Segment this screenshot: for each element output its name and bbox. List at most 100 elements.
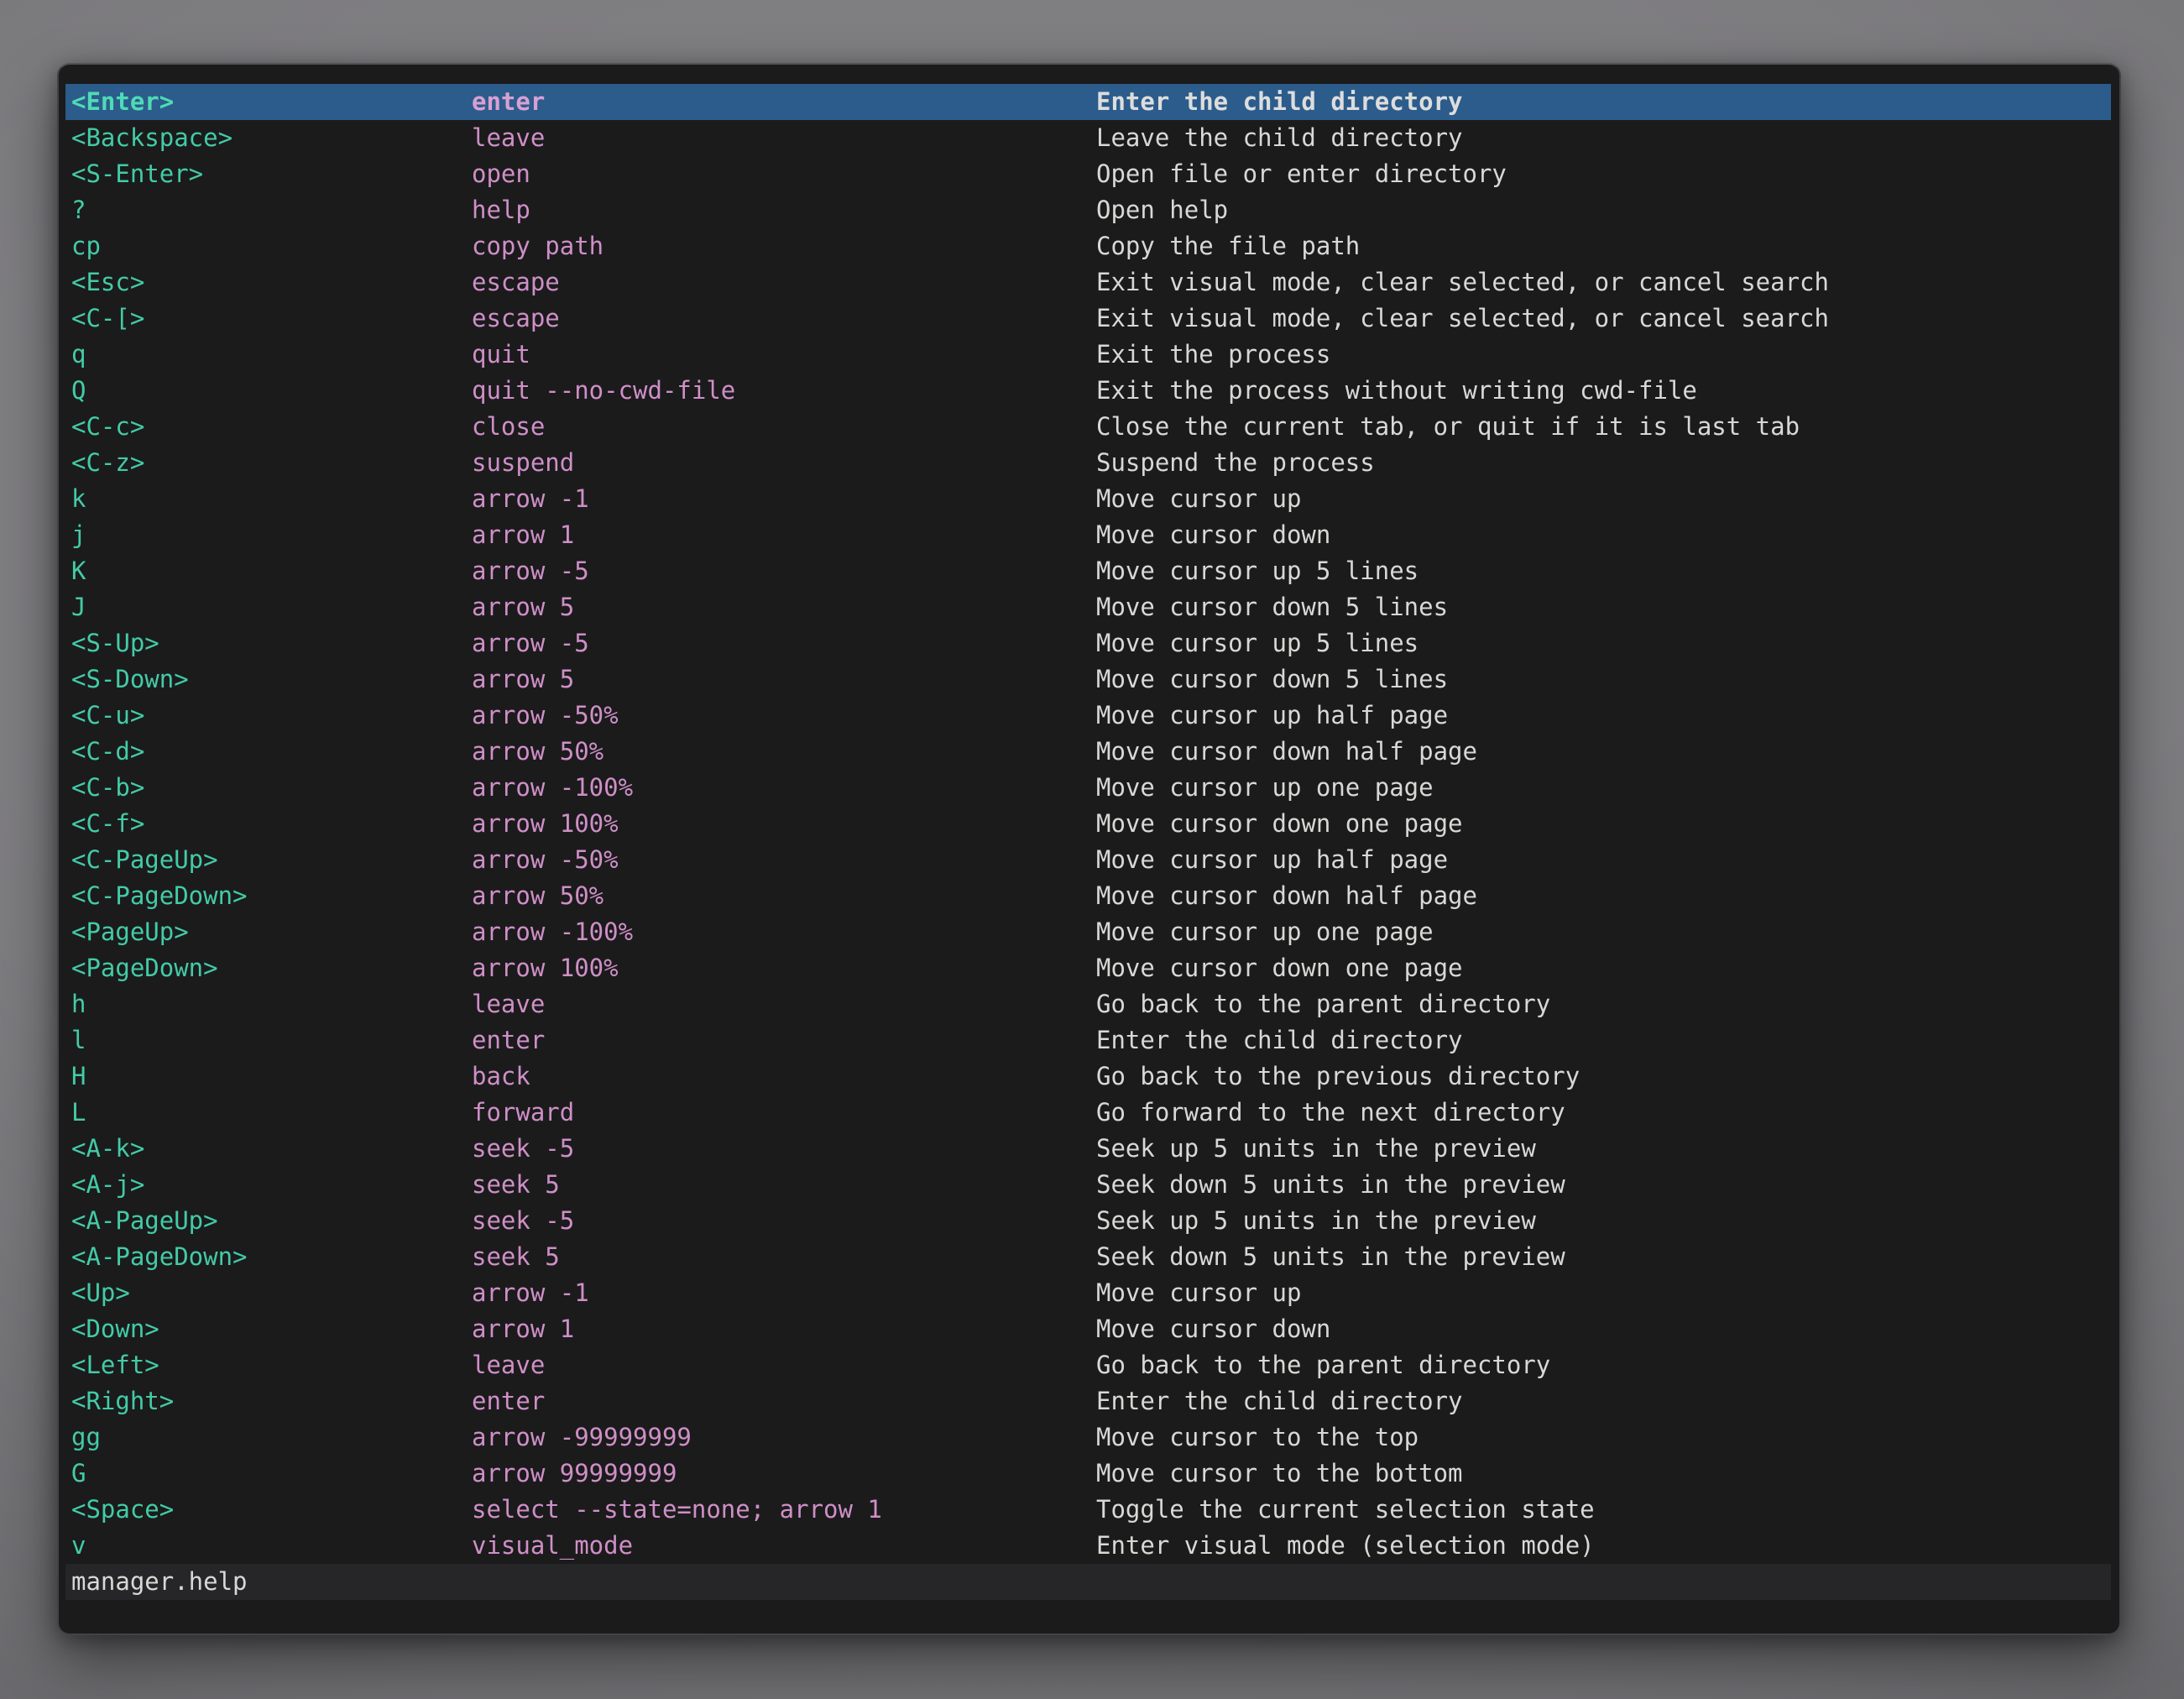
keybind-key: <C-[> (71, 301, 472, 337)
keybind-description: Enter visual mode (selection mode) (1096, 1528, 2111, 1564)
keybind-command: open (472, 156, 1096, 192)
keybind-description: Open file or enter directory (1096, 156, 2111, 192)
keybind-row[interactable]: <Left> leave Go back to the parent direc… (65, 1347, 2111, 1383)
keybind-row[interactable]: <Backspace> leave Leave the child direct… (65, 120, 2111, 156)
keybind-description: Seek down 5 units in the preview (1096, 1167, 2111, 1203)
keybind-description: Toggle the current selection state (1096, 1492, 2111, 1528)
keybind-row[interactable]: <PageDown> arrow 100% Move cursor down o… (65, 950, 2111, 986)
keybind-command: seek -5 (472, 1131, 1096, 1167)
keybind-key: <A-PageDown> (71, 1239, 472, 1275)
keybind-key: <Left> (71, 1347, 472, 1383)
keybind-command: arrow -1 (472, 481, 1096, 517)
keybind-key: j (71, 517, 472, 553)
keybind-command: arrow 100% (472, 950, 1096, 986)
status-bar: manager.help (65, 1564, 2111, 1600)
keybind-row[interactable]: <S-Up> arrow -5 Move cursor up 5 lines (65, 625, 2111, 661)
keybind-command: close (472, 409, 1096, 445)
keybind-key: <C-b> (71, 770, 472, 806)
keybind-row[interactable]: <C-u> arrow -50% Move cursor up half pag… (65, 698, 2111, 734)
keybind-row[interactable]: h leave Go back to the parent directory (65, 986, 2111, 1022)
keybind-command: enter (472, 1022, 1096, 1059)
keybind-description: Suspend the process (1096, 445, 2111, 481)
keybind-row[interactable]: <Up> arrow -1 Move cursor up (65, 1275, 2111, 1311)
keybind-row[interactable]: <A-k> seek -5 Seek up 5 units in the pre… (65, 1131, 2111, 1167)
keybind-row[interactable]: ? help Open help (65, 192, 2111, 228)
keybind-command: seek 5 (472, 1167, 1096, 1203)
keybind-command: arrow -100% (472, 770, 1096, 806)
keybind-key: k (71, 481, 472, 517)
keybind-description: Move cursor down one page (1096, 806, 2111, 842)
keybind-row[interactable]: v visual_mode Enter visual mode (selecti… (65, 1528, 2111, 1564)
keybind-command: seek -5 (472, 1203, 1096, 1239)
keybind-command: arrow -1 (472, 1275, 1096, 1311)
keybind-key: K (71, 553, 472, 589)
keybind-row[interactable]: <A-PageUp> seek -5 Seek up 5 units in th… (65, 1203, 2111, 1239)
keybind-row[interactable]: <C-PageUp> arrow -50% Move cursor up hal… (65, 842, 2111, 878)
keybind-row[interactable]: <C-z> suspend Suspend the process (65, 445, 2111, 481)
keybind-command: help (472, 192, 1096, 228)
keybind-row[interactable]: <A-j> seek 5 Seek down 5 units in the pr… (65, 1167, 2111, 1203)
keybind-description: Move cursor down half page (1096, 878, 2111, 914)
keybind-row[interactable]: j arrow 1 Move cursor down (65, 517, 2111, 553)
keybind-description: Go back to the parent directory (1096, 1347, 2111, 1383)
keybind-row[interactable]: <C-b> arrow -100% Move cursor up one pag… (65, 770, 2111, 806)
keybind-description: Close the current tab, or quit if it is … (1096, 409, 2111, 445)
keybind-description: Leave the child directory (1096, 120, 2111, 156)
keybind-command: escape (472, 301, 1096, 337)
keybind-description: Move cursor down (1096, 517, 2111, 553)
keybind-key: <PageDown> (71, 950, 472, 986)
keybind-key: q (71, 337, 472, 373)
keybind-command: arrow 1 (472, 517, 1096, 553)
keybind-key: <A-k> (71, 1131, 472, 1167)
keybind-row[interactable]: <C-f> arrow 100% Move cursor down one pa… (65, 806, 2111, 842)
keybind-row[interactable]: H back Go back to the previous directory (65, 1059, 2111, 1095)
keybind-row[interactable]: <Enter> enter Enter the child directory (65, 84, 2111, 120)
keybind-key: Q (71, 373, 472, 409)
keybind-key: <C-u> (71, 698, 472, 734)
keybind-row[interactable]: <C-d> arrow 50% Move cursor down half pa… (65, 734, 2111, 770)
keybind-key: J (71, 589, 472, 625)
keybind-row[interactable]: <Space> select --state=none; arrow 1 Tog… (65, 1492, 2111, 1528)
keybind-command: enter (472, 84, 1096, 120)
keybind-row[interactable]: <S-Down> arrow 5 Move cursor down 5 line… (65, 661, 2111, 698)
keybind-row[interactable]: l enter Enter the child directory (65, 1022, 2111, 1059)
keybind-row[interactable]: <A-PageDown> seek 5 Seek down 5 units in… (65, 1239, 2111, 1275)
keybind-row[interactable]: <PageUp> arrow -100% Move cursor up one … (65, 914, 2111, 950)
keybind-description: Go back to the previous directory (1096, 1059, 2111, 1095)
keybind-row[interactable]: K arrow -5 Move cursor up 5 lines (65, 553, 2111, 589)
keybind-description: Move cursor up 5 lines (1096, 625, 2111, 661)
keybind-row[interactable]: <Down> arrow 1 Move cursor down (65, 1311, 2111, 1347)
keybind-row[interactable]: <Esc> escape Exit visual mode, clear sel… (65, 264, 2111, 301)
keybind-description: Enter the child directory (1096, 1383, 2111, 1419)
keybind-key: <Esc> (71, 264, 472, 301)
keybind-description: Open help (1096, 192, 2111, 228)
keybind-command: arrow -50% (472, 842, 1096, 878)
keybind-row[interactable]: L forward Go forward to the next directo… (65, 1095, 2111, 1131)
keybind-description: Seek up 5 units in the preview (1096, 1131, 2111, 1167)
keybind-command: suspend (472, 445, 1096, 481)
keybind-description: Move cursor up (1096, 481, 2111, 517)
keybind-command: select --state=none; arrow 1 (472, 1492, 1096, 1528)
keybind-row[interactable]: cp copy path Copy the file path (65, 228, 2111, 264)
keybind-row[interactable]: J arrow 5 Move cursor down 5 lines (65, 589, 2111, 625)
keybind-row[interactable]: Q quit --no-cwd-file Exit the process wi… (65, 373, 2111, 409)
keybind-row[interactable]: <C-[> escape Exit visual mode, clear sel… (65, 301, 2111, 337)
keybind-description: Exit the process without writing cwd-fil… (1096, 373, 2111, 409)
keybind-row[interactable]: <C-c> close Close the current tab, or qu… (65, 409, 2111, 445)
keybind-row[interactable]: <S-Enter> open Open file or enter direct… (65, 156, 2111, 192)
keybind-command: arrow 5 (472, 589, 1096, 625)
keybind-description: Move cursor down one page (1096, 950, 2111, 986)
keybind-key: <A-j> (71, 1167, 472, 1203)
keybind-key: <C-d> (71, 734, 472, 770)
keybind-description: Go back to the parent directory (1096, 986, 2111, 1022)
desktop-background: { "app": { "name": "file-manager-help", … (0, 0, 2184, 1699)
keybind-row[interactable]: k arrow -1 Move cursor up (65, 481, 2111, 517)
keybind-description: Move cursor up one page (1096, 914, 2111, 950)
keybind-row[interactable]: G arrow 99999999 Move cursor to the bott… (65, 1456, 2111, 1492)
keybind-key: <C-f> (71, 806, 472, 842)
keybind-row[interactable]: gg arrow -99999999 Move cursor to the to… (65, 1419, 2111, 1456)
keybind-row[interactable]: <C-PageDown> arrow 50% Move cursor down … (65, 878, 2111, 914)
keybind-row[interactable]: <Right> enter Enter the child directory (65, 1383, 2111, 1419)
keybind-row[interactable]: q quit Exit the process (65, 337, 2111, 373)
keybind-key: <Backspace> (71, 120, 472, 156)
